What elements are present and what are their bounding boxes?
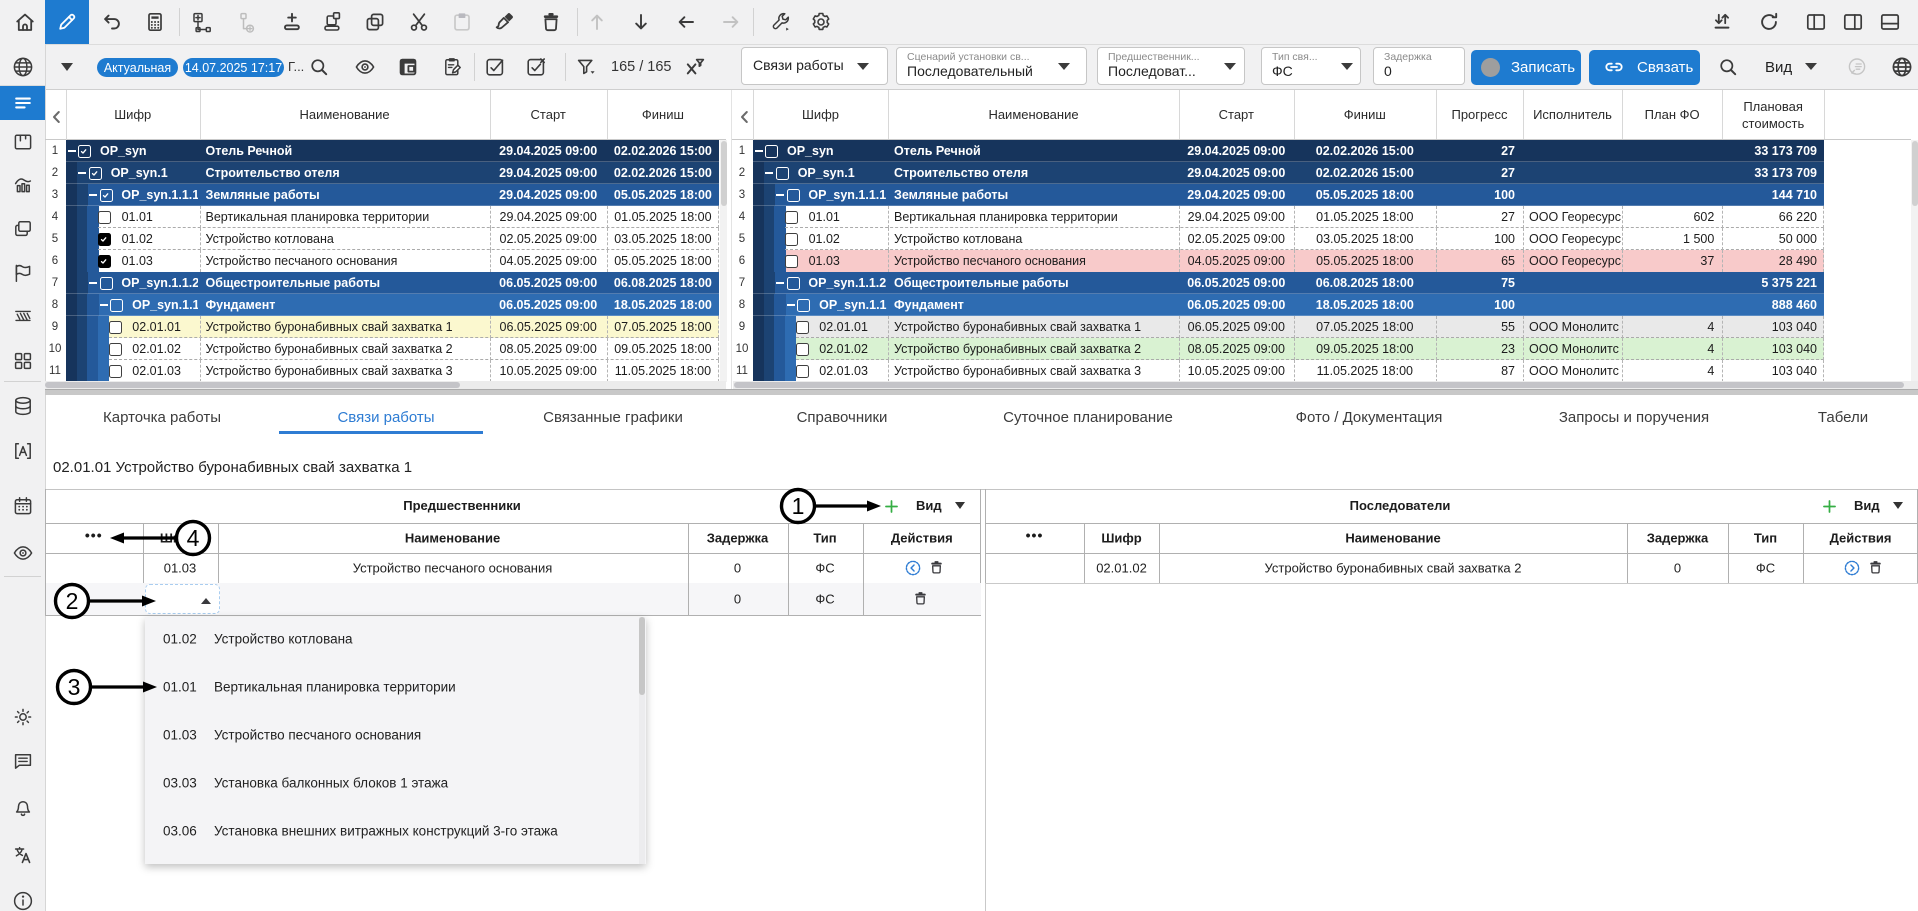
svg-text:1: 1 xyxy=(792,493,805,519)
svg-text:4: 4 xyxy=(187,525,200,551)
svg-text:2: 2 xyxy=(66,588,79,614)
svg-text:3: 3 xyxy=(68,674,81,700)
